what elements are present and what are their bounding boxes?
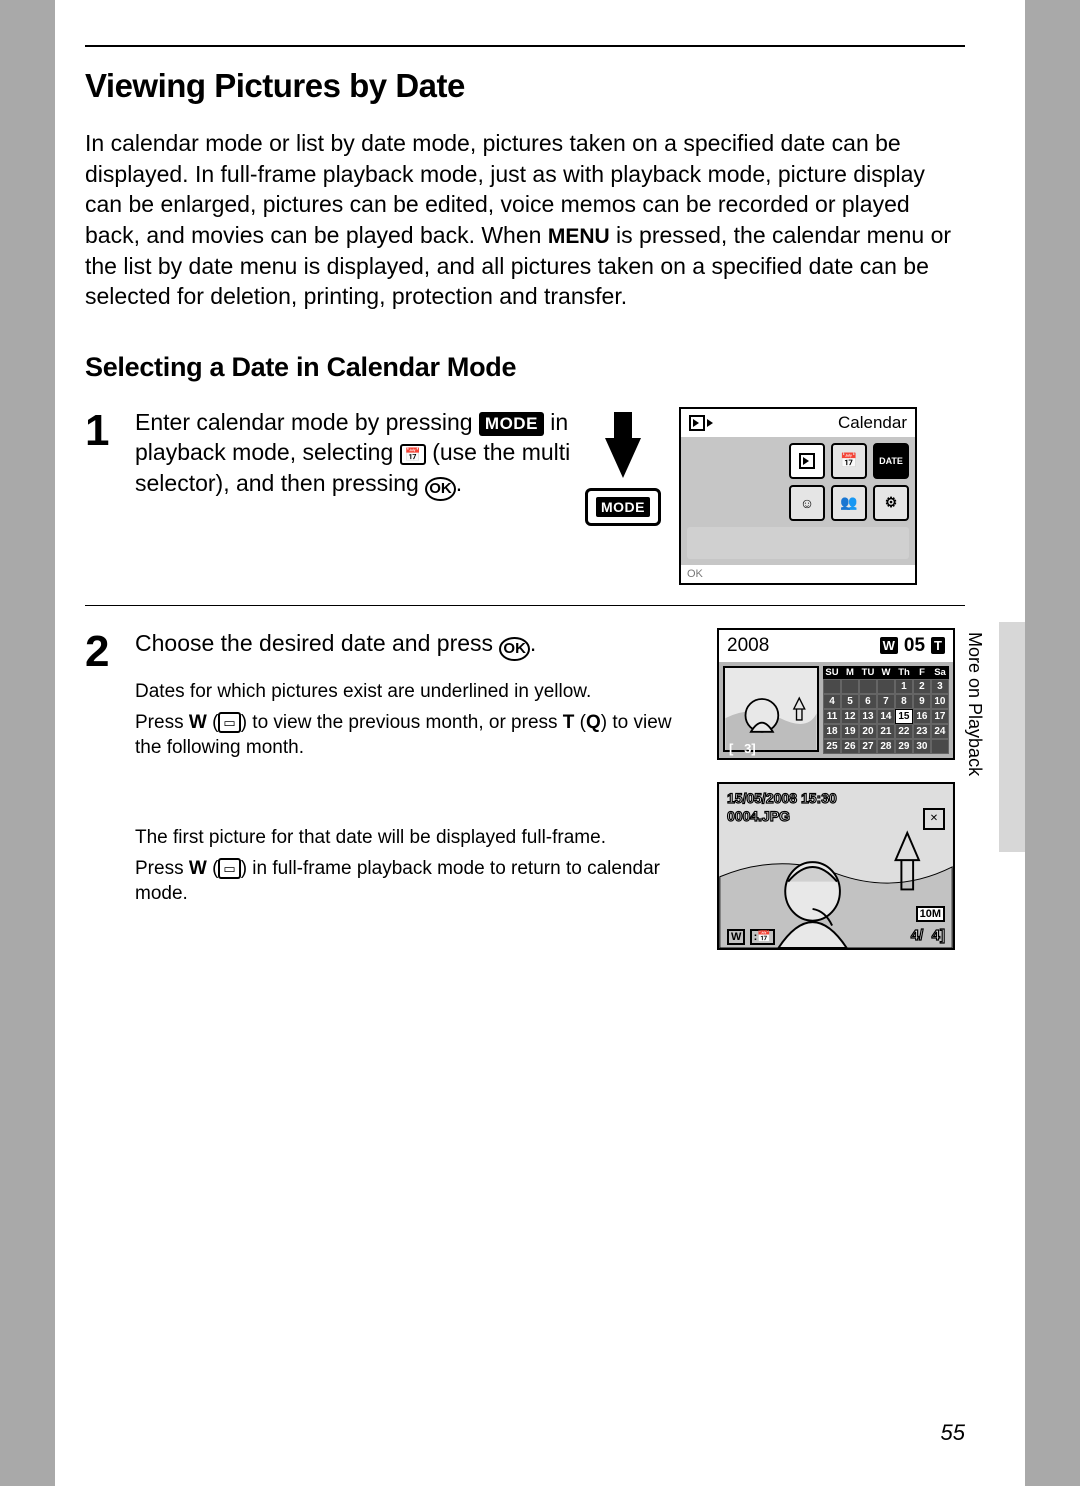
calendar-cell: 25 [823, 739, 841, 754]
calendar-thumbnail [723, 666, 819, 752]
calendar-cell: 1 [895, 679, 913, 694]
calendar-cell: 28 [877, 739, 895, 754]
next-month-icon: T [931, 637, 945, 654]
calendar-cell: 10 [931, 694, 949, 709]
calendar-cell: . [931, 739, 949, 754]
calendar-month: 05 [904, 635, 925, 657]
calendar-cell: 5 [841, 694, 859, 709]
section-tab [999, 622, 1025, 852]
calendar-cell: . [841, 679, 859, 694]
calendar-screen: 2008 W 05 T [717, 628, 955, 760]
menu-glyph: MENU [548, 225, 610, 248]
calendar-cell: . [859, 679, 877, 694]
calendar-cell: 21 [877, 724, 895, 739]
calendar-year: 2008 [727, 635, 769, 657]
calendar-cell: 18 [823, 724, 841, 739]
calendar-cell: 4 [823, 694, 841, 709]
calendar-cell: 20 [859, 724, 877, 739]
calendar-dates: ....123456789101112131415161718192021222… [823, 679, 949, 754]
calendar-cell: 24 [931, 724, 949, 739]
section-label: More on Playback [964, 632, 985, 776]
step2-note-fullframe: The first picture for that date will be … [135, 825, 699, 850]
calendar-cell: 2 [913, 679, 931, 694]
calendar-cell: 15 [895, 709, 913, 724]
mode-option-setup: ⚙ [873, 485, 909, 521]
calendar-mode-icon: 📅 [400, 444, 426, 465]
mode-option-date: DATE [873, 443, 909, 479]
ok-icon: OK [499, 637, 530, 661]
mode-option-play [789, 443, 825, 479]
mode-selection-screen: Calendar 📅 DATE ☺ 👥 ⚙ [679, 407, 917, 585]
step1-text: Enter calendar mode by pressing MODE in … [135, 407, 585, 501]
mode-button-label: MODE [596, 497, 650, 517]
step-number: 2 [85, 630, 135, 950]
calendar-cell: 9 [913, 694, 931, 709]
step2-note-underline: Dates for which pictures exist are under… [135, 679, 699, 704]
calendar-cell: 22 [895, 724, 913, 739]
mode-option-people: 👥 [831, 485, 867, 521]
mode-button-illustration: MODE [585, 412, 661, 526]
mode-badge: MODE [479, 412, 544, 437]
top-rule [85, 45, 965, 47]
calendar-day-header: SU M TU W Th F Sa [823, 666, 949, 679]
zoom-out-icon: ▭ [218, 858, 240, 879]
page-number: 55 [941, 1420, 965, 1446]
w-icon: W [727, 929, 745, 945]
playback-total: 4 [932, 927, 940, 944]
calendar-cell: 26 [841, 739, 859, 754]
calendar-cell: 14 [877, 709, 895, 724]
zoom-out-icon: ▭ [218, 712, 240, 733]
calendar-cell: 7 [877, 694, 895, 709]
page-title: Viewing Pictures by Date [85, 67, 965, 105]
step-2: 2 Choose the desired date and press OK. … [85, 628, 965, 970]
calendar-cell: 30 [913, 739, 931, 754]
playback-fullframe-screen: 15/05/2008 15:30 0004.JPG ✕ 10M W :📅 4/ … [717, 782, 955, 950]
ok-icon: OK [425, 477, 456, 501]
mode-option-face: ☺ [789, 485, 825, 521]
calendar-cell: 17 [931, 709, 949, 724]
calendar-cell: 12 [841, 709, 859, 724]
calendar-return-icon: :📅 [750, 929, 775, 945]
calendar-cell: 29 [895, 739, 913, 754]
prev-month-icon: W [880, 637, 898, 654]
calendar-cell: 13 [859, 709, 877, 724]
calendar-cell: 19 [841, 724, 859, 739]
step2-note-return: Press W (▭) in full-frame playback mode … [135, 856, 699, 907]
calendar-cell: 8 [895, 694, 913, 709]
playback-timestamp: 15/05/2008 15:30 [727, 790, 837, 806]
transfer-icon: ✕ [923, 808, 945, 830]
playback-icon [689, 415, 713, 431]
calendar-cell: 11 [823, 709, 841, 724]
calendar-count: [ 3] [729, 741, 756, 756]
arrow-down-icon [605, 438, 641, 478]
step2-main-text: Choose the desired date and press OK. [135, 628, 699, 661]
calendar-cell: 23 [913, 724, 931, 739]
playback-filename: 0004.JPG [727, 808, 790, 824]
mode-screen-title: Calendar [838, 413, 907, 433]
resolution-badge: 10M [916, 906, 945, 922]
calendar-cell: . [877, 679, 895, 694]
zoom-in-icon: Q [586, 712, 601, 733]
section-subtitle: Selecting a Date in Calendar Mode [85, 352, 965, 383]
calendar-cell: 16 [913, 709, 931, 724]
mode-option-calendar: 📅 [831, 443, 867, 479]
calendar-cell: 27 [859, 739, 877, 754]
calendar-cell: 3 [931, 679, 949, 694]
ok-indicator: OK [681, 565, 915, 583]
calendar-cell: 6 [859, 694, 877, 709]
step2-note-nav: Press W (▭) to view the previous month, … [135, 710, 699, 761]
step-number: 1 [85, 409, 135, 585]
intro-paragraph: In calendar mode or list by date mode, p… [85, 128, 965, 312]
step-1: 1 Enter calendar mode by pressing MODE i… [85, 407, 965, 606]
playback-index: 4 [911, 927, 919, 944]
calendar-cell: . [823, 679, 841, 694]
